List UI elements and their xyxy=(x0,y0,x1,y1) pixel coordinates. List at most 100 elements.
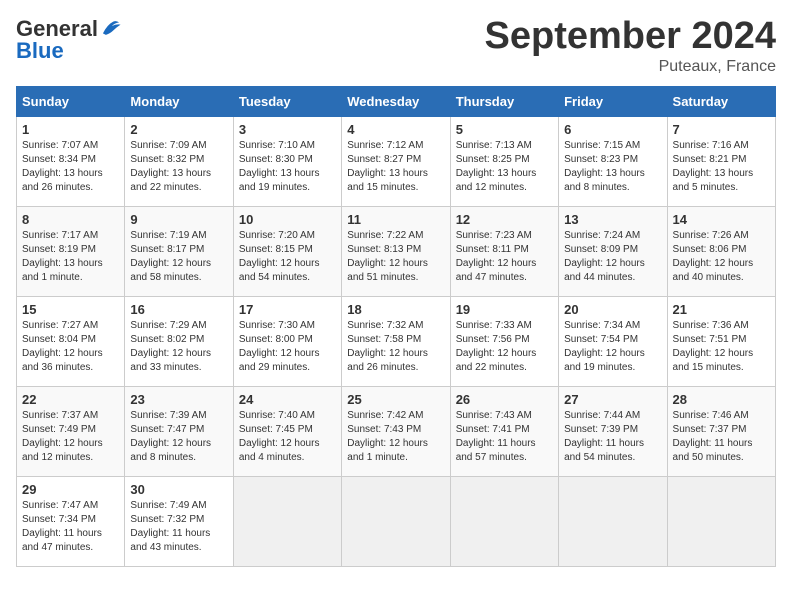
day-number-19: 19 xyxy=(456,302,553,317)
day-info-14: Sunrise: 7:26 AM Sunset: 8:06 PM Dayligh… xyxy=(673,229,770,285)
day-cell-8: 8 Sunrise: 7:17 AM Sunset: 8:19 PM Dayli… xyxy=(17,206,125,296)
day-info-8: Sunrise: 7:17 AM Sunset: 8:19 PM Dayligh… xyxy=(22,229,119,285)
day-info-23: Sunrise: 7:39 AM Sunset: 7:47 PM Dayligh… xyxy=(130,409,227,465)
empty-cell xyxy=(559,476,667,566)
day-cell-22: 22 Sunrise: 7:37 AM Sunset: 7:49 PM Dayl… xyxy=(17,386,125,476)
day-cell-4: 4 Sunrise: 7:12 AM Sunset: 8:27 PM Dayli… xyxy=(342,116,450,206)
day-cell-2: 2 Sunrise: 7:09 AM Sunset: 8:32 PM Dayli… xyxy=(125,116,233,206)
day-cell-28: 28 Sunrise: 7:46 AM Sunset: 7:37 PM Dayl… xyxy=(667,386,775,476)
week-row-4: 22 Sunrise: 7:37 AM Sunset: 7:49 PM Dayl… xyxy=(17,386,776,476)
day-info-12: Sunrise: 7:23 AM Sunset: 8:11 PM Dayligh… xyxy=(456,229,553,285)
day-cell-18: 18 Sunrise: 7:32 AM Sunset: 7:58 PM Dayl… xyxy=(342,296,450,386)
day-cell-7: 7 Sunrise: 7:16 AM Sunset: 8:21 PM Dayli… xyxy=(667,116,775,206)
day-number-4: 4 xyxy=(347,122,444,137)
day-cell-30: 30 Sunrise: 7:49 AM Sunset: 7:32 PM Dayl… xyxy=(125,476,233,566)
day-info-22: Sunrise: 7:37 AM Sunset: 7:49 PM Dayligh… xyxy=(22,409,119,465)
day-number-26: 26 xyxy=(456,392,553,407)
page-header: General Blue September 2024 Puteaux, Fra… xyxy=(16,16,776,76)
day-number-7: 7 xyxy=(673,122,770,137)
header-tuesday: Tuesday xyxy=(233,86,341,116)
day-info-28: Sunrise: 7:46 AM Sunset: 7:37 PM Dayligh… xyxy=(673,409,770,465)
day-cell-3: 3 Sunrise: 7:10 AM Sunset: 8:30 PM Dayli… xyxy=(233,116,341,206)
day-number-17: 17 xyxy=(239,302,336,317)
day-info-26: Sunrise: 7:43 AM Sunset: 7:41 PM Dayligh… xyxy=(456,409,553,465)
day-info-9: Sunrise: 7:19 AM Sunset: 8:17 PM Dayligh… xyxy=(130,229,227,285)
day-info-24: Sunrise: 7:40 AM Sunset: 7:45 PM Dayligh… xyxy=(239,409,336,465)
header-sunday: Sunday xyxy=(17,86,125,116)
day-number-24: 24 xyxy=(239,392,336,407)
day-info-16: Sunrise: 7:29 AM Sunset: 8:02 PM Dayligh… xyxy=(130,319,227,375)
day-number-5: 5 xyxy=(456,122,553,137)
day-info-7: Sunrise: 7:16 AM Sunset: 8:21 PM Dayligh… xyxy=(673,139,770,195)
day-info-5: Sunrise: 7:13 AM Sunset: 8:25 PM Dayligh… xyxy=(456,139,553,195)
empty-cell xyxy=(342,476,450,566)
day-number-27: 27 xyxy=(564,392,661,407)
day-info-27: Sunrise: 7:44 AM Sunset: 7:39 PM Dayligh… xyxy=(564,409,661,465)
day-number-28: 28 xyxy=(673,392,770,407)
header-friday: Friday xyxy=(559,86,667,116)
day-number-2: 2 xyxy=(130,122,227,137)
day-cell-29: 29 Sunrise: 7:47 AM Sunset: 7:34 PM Dayl… xyxy=(17,476,125,566)
day-cell-16: 16 Sunrise: 7:29 AM Sunset: 8:02 PM Dayl… xyxy=(125,296,233,386)
day-number-16: 16 xyxy=(130,302,227,317)
header-saturday: Saturday xyxy=(667,86,775,116)
day-cell-17: 17 Sunrise: 7:30 AM Sunset: 8:00 PM Dayl… xyxy=(233,296,341,386)
day-info-17: Sunrise: 7:30 AM Sunset: 8:00 PM Dayligh… xyxy=(239,319,336,375)
day-info-13: Sunrise: 7:24 AM Sunset: 8:09 PM Dayligh… xyxy=(564,229,661,285)
day-number-1: 1 xyxy=(22,122,119,137)
empty-cell xyxy=(450,476,558,566)
day-info-29: Sunrise: 7:47 AM Sunset: 7:34 PM Dayligh… xyxy=(22,499,119,555)
day-info-6: Sunrise: 7:15 AM Sunset: 8:23 PM Dayligh… xyxy=(564,139,661,195)
day-number-21: 21 xyxy=(673,302,770,317)
empty-cell xyxy=(233,476,341,566)
day-info-11: Sunrise: 7:22 AM Sunset: 8:13 PM Dayligh… xyxy=(347,229,444,285)
day-info-20: Sunrise: 7:34 AM Sunset: 7:54 PM Dayligh… xyxy=(564,319,661,375)
logo: General Blue xyxy=(16,16,122,64)
title-block: September 2024 Puteaux, France xyxy=(485,16,777,76)
day-cell-6: 6 Sunrise: 7:15 AM Sunset: 8:23 PM Dayli… xyxy=(559,116,667,206)
day-cell-24: 24 Sunrise: 7:40 AM Sunset: 7:45 PM Dayl… xyxy=(233,386,341,476)
day-number-9: 9 xyxy=(130,212,227,227)
header-thursday: Thursday xyxy=(450,86,558,116)
day-cell-20: 20 Sunrise: 7:34 AM Sunset: 7:54 PM Dayl… xyxy=(559,296,667,386)
day-number-20: 20 xyxy=(564,302,661,317)
day-number-8: 8 xyxy=(22,212,119,227)
day-number-15: 15 xyxy=(22,302,119,317)
day-number-3: 3 xyxy=(239,122,336,137)
week-row-5: 29 Sunrise: 7:47 AM Sunset: 7:34 PM Dayl… xyxy=(17,476,776,566)
day-cell-21: 21 Sunrise: 7:36 AM Sunset: 7:51 PM Dayl… xyxy=(667,296,775,386)
day-cell-10: 10 Sunrise: 7:20 AM Sunset: 8:15 PM Dayl… xyxy=(233,206,341,296)
day-info-21: Sunrise: 7:36 AM Sunset: 7:51 PM Dayligh… xyxy=(673,319,770,375)
day-number-12: 12 xyxy=(456,212,553,227)
day-cell-5: 5 Sunrise: 7:13 AM Sunset: 8:25 PM Dayli… xyxy=(450,116,558,206)
day-info-4: Sunrise: 7:12 AM Sunset: 8:27 PM Dayligh… xyxy=(347,139,444,195)
day-cell-19: 19 Sunrise: 7:33 AM Sunset: 7:56 PM Dayl… xyxy=(450,296,558,386)
day-cell-26: 26 Sunrise: 7:43 AM Sunset: 7:41 PM Dayl… xyxy=(450,386,558,476)
day-cell-25: 25 Sunrise: 7:42 AM Sunset: 7:43 PM Dayl… xyxy=(342,386,450,476)
day-cell-15: 15 Sunrise: 7:27 AM Sunset: 8:04 PM Dayl… xyxy=(17,296,125,386)
day-info-2: Sunrise: 7:09 AM Sunset: 8:32 PM Dayligh… xyxy=(130,139,227,195)
header-monday: Monday xyxy=(125,86,233,116)
day-info-19: Sunrise: 7:33 AM Sunset: 7:56 PM Dayligh… xyxy=(456,319,553,375)
day-info-15: Sunrise: 7:27 AM Sunset: 8:04 PM Dayligh… xyxy=(22,319,119,375)
day-info-1: Sunrise: 7:07 AM Sunset: 8:34 PM Dayligh… xyxy=(22,139,119,195)
day-number-22: 22 xyxy=(22,392,119,407)
logo-bird-icon xyxy=(100,18,122,40)
day-info-25: Sunrise: 7:42 AM Sunset: 7:43 PM Dayligh… xyxy=(347,409,444,465)
week-row-1: 1 Sunrise: 7:07 AM Sunset: 8:34 PM Dayli… xyxy=(17,116,776,206)
week-row-3: 15 Sunrise: 7:27 AM Sunset: 8:04 PM Dayl… xyxy=(17,296,776,386)
day-number-10: 10 xyxy=(239,212,336,227)
day-cell-27: 27 Sunrise: 7:44 AM Sunset: 7:39 PM Dayl… xyxy=(559,386,667,476)
day-cell-9: 9 Sunrise: 7:19 AM Sunset: 8:17 PM Dayli… xyxy=(125,206,233,296)
day-cell-11: 11 Sunrise: 7:22 AM Sunset: 8:13 PM Dayl… xyxy=(342,206,450,296)
day-number-18: 18 xyxy=(347,302,444,317)
day-cell-1: 1 Sunrise: 7:07 AM Sunset: 8:34 PM Dayli… xyxy=(17,116,125,206)
empty-cell xyxy=(667,476,775,566)
day-number-30: 30 xyxy=(130,482,227,497)
header-wednesday: Wednesday xyxy=(342,86,450,116)
calendar-table: Sunday Monday Tuesday Wednesday Thursday… xyxy=(16,86,776,567)
location-title: Puteaux, France xyxy=(485,58,777,76)
month-title: September 2024 xyxy=(485,16,777,58)
day-cell-23: 23 Sunrise: 7:39 AM Sunset: 7:47 PM Dayl… xyxy=(125,386,233,476)
day-number-6: 6 xyxy=(564,122,661,137)
